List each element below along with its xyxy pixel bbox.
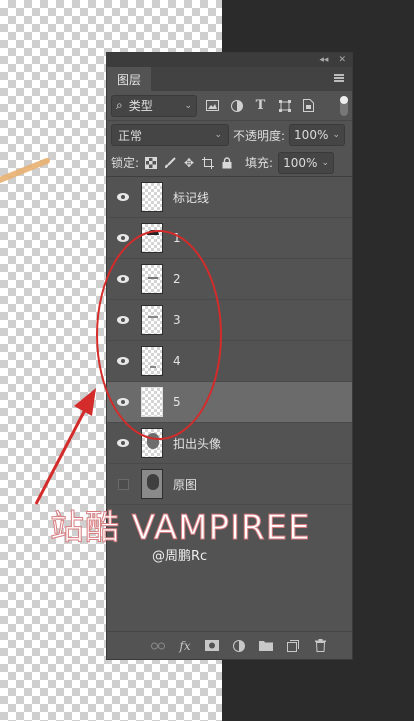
visibility-toggle[interactable] xyxy=(107,357,139,365)
search-icon: ⌕ xyxy=(116,98,123,112)
layer-row[interactable]: 原图 xyxy=(107,464,352,505)
eye-icon xyxy=(117,193,129,201)
layer-list: 标记线 1 2 3 4 5 扣出头像 原图 xyxy=(107,177,352,505)
opacity-value: 100% xyxy=(294,128,329,142)
eye-icon xyxy=(117,398,129,406)
layer-thumbnail xyxy=(141,387,163,417)
panel-bottom-bar: fx xyxy=(107,631,352,659)
filter-pixel-icon[interactable] xyxy=(205,98,220,113)
link-layers-icon[interactable] xyxy=(150,638,166,654)
layer-row[interactable]: 标记线 xyxy=(107,177,352,218)
opacity-label: 不透明度: xyxy=(233,128,286,143)
chevron-down-icon: ⌄ xyxy=(214,130,222,140)
delete-layer-icon[interactable] xyxy=(312,638,328,654)
visibility-toggle[interactable] xyxy=(107,234,139,242)
eye-icon xyxy=(117,316,129,324)
layer-row[interactable]: 扣出头像 xyxy=(107,423,352,464)
chevron-down-icon: ⌄ xyxy=(184,100,192,111)
blend-mode-value: 正常 xyxy=(118,128,143,143)
lock-move-icon[interactable]: ✥ xyxy=(182,156,196,170)
blend-row: 正常 ⌄ 不透明度: 100% ⌄ xyxy=(107,121,352,149)
layer-thumbnail xyxy=(141,346,163,376)
filter-smart-object-icon[interactable] xyxy=(301,98,316,113)
lock-row: 锁定: ✥ 填充: 100% ⌄ xyxy=(107,149,352,177)
layer-name: 1 xyxy=(173,231,181,245)
layer-name: 2 xyxy=(173,272,181,286)
layers-panel: ◂◂ ✕ 图层 ⌕ 类型 ⌄ T 正常 ⌄ 不透明度: 100% ⌄ 锁定: ✥… xyxy=(106,52,353,660)
panel-menu-icon[interactable] xyxy=(334,74,344,82)
layer-thumbnail xyxy=(141,264,163,294)
layer-name: 4 xyxy=(173,354,181,368)
chevron-down-icon: ⌄ xyxy=(321,157,330,168)
layer-name: 标记线 xyxy=(173,190,210,205)
lock-artboard-icon[interactable] xyxy=(201,156,215,170)
tab-layers[interactable]: 图层 xyxy=(107,67,152,91)
layer-name: 5 xyxy=(173,395,181,409)
visibility-toggle[interactable] xyxy=(107,193,139,201)
layer-row[interactable]: 1 xyxy=(107,218,352,259)
layer-thumbnail xyxy=(141,305,163,335)
visibility-toggle[interactable] xyxy=(107,398,139,406)
eye-icon xyxy=(117,357,129,365)
layer-name: 原图 xyxy=(173,477,198,492)
fill-value: 100% xyxy=(283,155,318,170)
panel-tab-row: 图层 xyxy=(107,67,352,91)
lock-all-icon[interactable] xyxy=(220,156,234,170)
filter-toggle[interactable] xyxy=(340,95,348,116)
layer-thumbnail xyxy=(141,223,163,253)
filter-type-icon[interactable]: T xyxy=(253,98,268,113)
watermark-text: 站酷 VAMPIREE xyxy=(50,508,311,549)
layer-name: 3 xyxy=(173,313,181,327)
layer-row[interactable]: 3 xyxy=(107,300,352,341)
new-group-icon[interactable] xyxy=(258,638,274,654)
lock-label: 锁定: xyxy=(111,156,140,170)
filter-kind-select[interactable]: ⌕ 类型 ⌄ xyxy=(111,94,197,117)
canvas-stroke xyxy=(0,156,51,186)
eye-icon xyxy=(117,439,129,447)
visibility-toggle[interactable] xyxy=(107,478,139,490)
close-icon[interactable]: ✕ xyxy=(338,55,346,65)
filter-kind-value: 类型 xyxy=(128,99,153,113)
annotation-arrow xyxy=(34,388,96,505)
fill-input[interactable]: 100% ⌄ xyxy=(278,151,335,174)
lock-transparency-icon[interactable] xyxy=(144,156,158,170)
hidden-eye-icon xyxy=(117,478,129,490)
layer-thumbnail xyxy=(141,469,163,499)
new-adjustment-layer-icon[interactable] xyxy=(231,638,247,654)
visibility-toggle[interactable] xyxy=(107,316,139,324)
opacity-input[interactable]: 100% ⌄ xyxy=(289,124,346,146)
layer-name: 扣出头像 xyxy=(173,436,222,451)
layer-row[interactable]: 2 xyxy=(107,259,352,300)
eye-icon xyxy=(117,234,129,242)
collapse-icon[interactable]: ◂◂ xyxy=(319,55,328,65)
visibility-toggle[interactable] xyxy=(107,439,139,447)
panel-titlebar: ◂◂ ✕ xyxy=(107,53,352,67)
layer-thumbnail xyxy=(141,428,163,458)
fx-icon[interactable]: fx xyxy=(177,638,193,654)
fill-label: 填充: xyxy=(245,156,274,170)
layer-row-selected[interactable]: 5 xyxy=(107,382,352,423)
filter-row: ⌕ 类型 ⌄ T xyxy=(107,91,352,121)
add-mask-icon[interactable] xyxy=(204,638,220,654)
lock-brush-icon[interactable] xyxy=(163,156,177,170)
blend-mode-select[interactable]: 正常 ⌄ xyxy=(111,124,229,146)
chevron-down-icon: ⌄ xyxy=(332,130,341,140)
filter-adjustment-icon[interactable] xyxy=(229,98,244,113)
filter-shape-icon[interactable] xyxy=(277,98,292,113)
layer-thumbnail xyxy=(141,182,163,212)
eye-icon xyxy=(117,275,129,283)
layer-row[interactable]: 4 xyxy=(107,341,352,382)
author-credit: @周鹏Rc xyxy=(152,549,208,564)
visibility-toggle[interactable] xyxy=(107,275,139,283)
new-layer-icon[interactable] xyxy=(285,638,301,654)
